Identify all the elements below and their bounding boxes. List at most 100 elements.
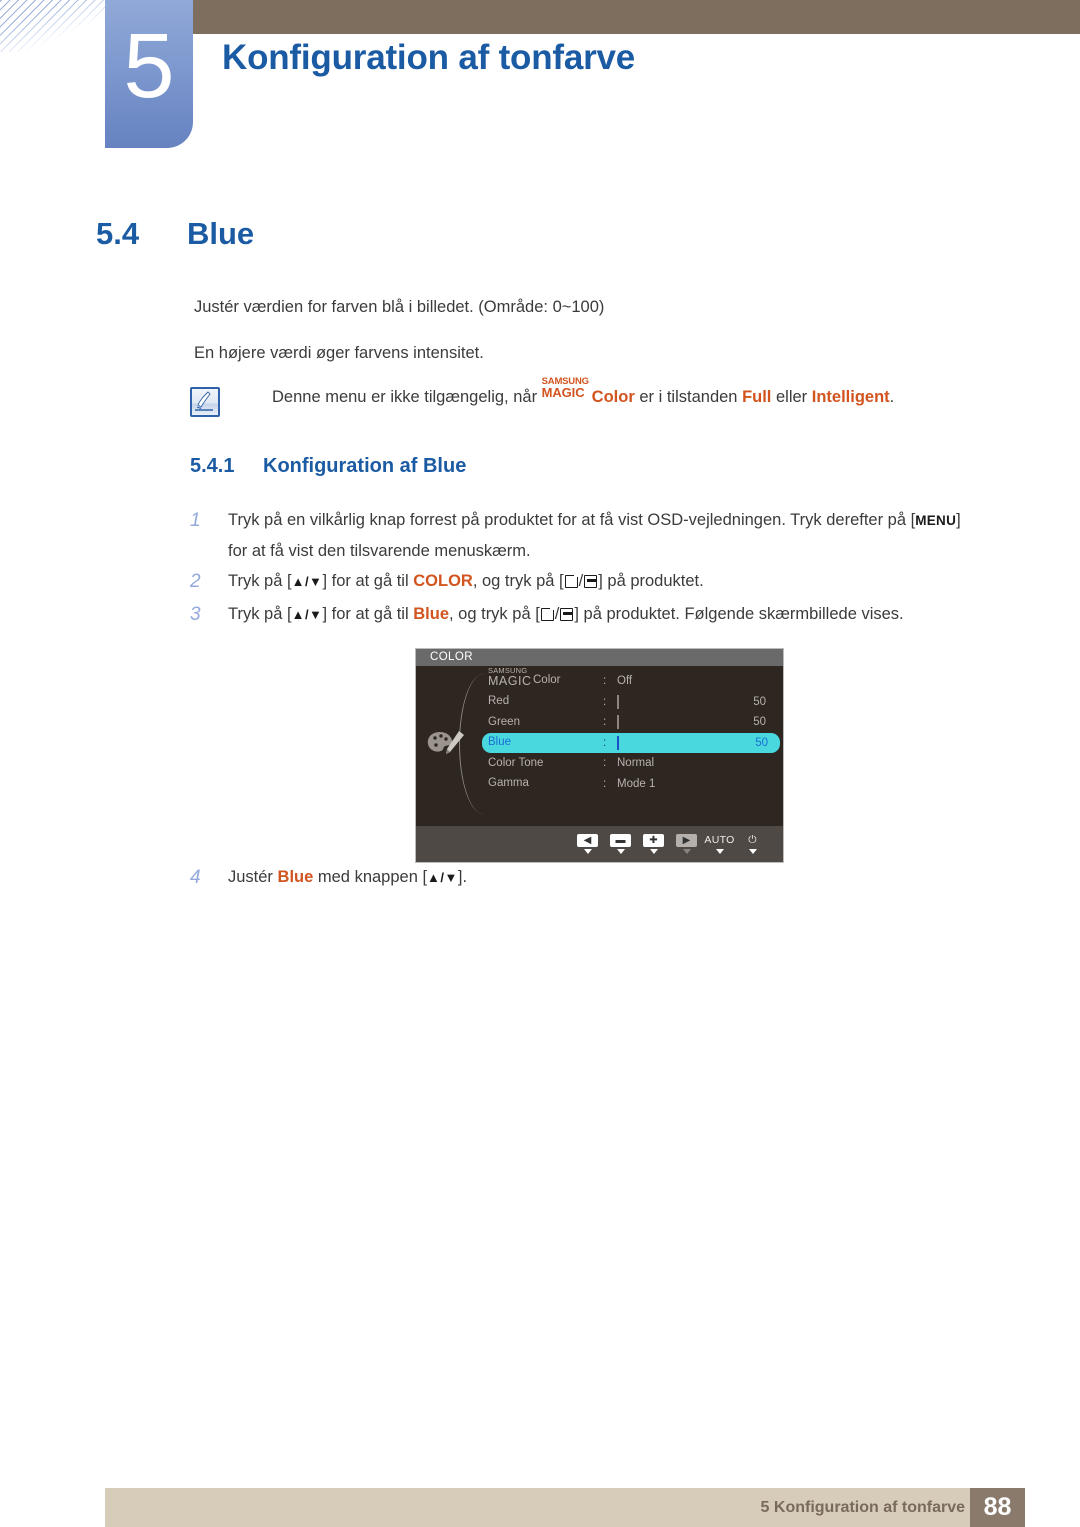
updown-arrows-icon: ▲/▼ <box>427 870 458 885</box>
note-pen-icon <box>190 387 220 417</box>
source-button-icon <box>540 607 555 621</box>
step-2-target: COLOR <box>413 572 473 590</box>
osd-row-colon: : <box>603 736 607 749</box>
minus-button[interactable]: ▬ <box>604 834 637 854</box>
footer-bar: 5 Konfiguration af tonfarve <box>105 1488 1025 1527</box>
osd-button-bar: ◀ ▬ ✚ ▶ AUTO ⏻ <box>416 826 783 862</box>
step-1-line2: for at få vist den tilsvarende menuskærm… <box>228 542 531 560</box>
step-3-text-c: , og tryk på [ <box>449 605 540 623</box>
step-3-text-a: Tryk på [ <box>228 605 292 623</box>
right-arrow-icon: ▶ <box>676 834 697 847</box>
osd-slider-blue[interactable] <box>617 735 619 750</box>
osd-row-blue-selected[interactable]: Blue : 50 <box>482 732 780 753</box>
osd-row-value: Off <box>617 675 633 688</box>
plus-button[interactable]: ✚ <box>637 834 670 854</box>
power-icon: ⏻ <box>748 834 757 846</box>
step-4-number: 4 <box>190 867 201 888</box>
step-1: 1 Tryk på en vilkårlig knap forrest på p… <box>190 505 1010 567</box>
step-3-number: 3 <box>190 604 201 625</box>
osd-row-gamma[interactable]: Gamma : Mode 1 <box>488 774 778 795</box>
osd-row-value: Normal <box>617 757 655 770</box>
osd-magic-suffix: Color <box>533 673 561 686</box>
osd-row-colon: : <box>603 757 607 770</box>
left-arrow-icon: ◀ <box>577 834 598 847</box>
chapter-title: Konfiguration af tonfarve <box>222 38 636 77</box>
osd-row-colon: : <box>603 675 607 688</box>
section-title: Blue <box>187 216 255 251</box>
magic-color-suffix: Color <box>591 388 635 406</box>
paragraph-range: Justér værdien for farven blå i billedet… <box>194 298 605 316</box>
osd-row-label: Red <box>488 695 510 707</box>
osd-row-colon: : <box>603 716 607 729</box>
corner-hatch-decoration <box>0 0 120 52</box>
osd-row-number: 50 <box>755 736 768 749</box>
step-3-body: Tryk på [▲/▼] for at gå til Blue, og try… <box>228 599 1010 630</box>
osd-row-label: Blue <box>488 736 512 748</box>
updown-arrows-icon: ▲/▼ <box>291 574 323 589</box>
osd-title-bar: COLOR <box>416 649 783 666</box>
power-button[interactable]: ⏻ <box>736 834 769 854</box>
step-1-number: 1 <box>190 510 201 531</box>
right-arrow-button[interactable]: ▶ <box>670 834 703 854</box>
section-heading: 5.4 Blue <box>96 216 254 252</box>
button-indicator-triangle <box>649 849 658 854</box>
note-highlight-intelligent: Intelligent <box>811 388 890 406</box>
step-2: 2 Tryk på [▲/▼] for at gå til COLOR, og … <box>190 566 1010 597</box>
osd-menu-rows: SAMSUNG MAGIC Color : Off Red : 50 Green <box>482 666 780 795</box>
osd-row-label: Color Tone <box>488 756 544 769</box>
auto-button[interactable]: AUTO <box>703 834 736 854</box>
subsection-number: 5.4.1 <box>190 455 235 477</box>
osd-screenshot: COLOR SAMSUNG MAGIC Color: Off Red: 50… <box>415 648 784 863</box>
osd-magic-bottom: MAGIC <box>488 673 532 688</box>
osd-row-colortone[interactable]: Color Tone : Normal <box>488 753 778 774</box>
osd-row-label: SAMSUNG MAGIC Color <box>488 666 603 691</box>
header-brown-bar <box>193 0 1080 34</box>
section-number: 5.4 <box>96 216 140 251</box>
note-highlight-full: Full <box>742 388 772 406</box>
paragraph-intensity: En højere værdi øger farvens intensitet. <box>194 344 484 362</box>
step-4-target: Blue <box>277 868 314 886</box>
step-1-body: Tryk på en vilkårlig knap forrest på pro… <box>228 505 1010 567</box>
step-4-text-c: ]. <box>457 868 468 886</box>
subsection-heading: 5.4.1 Konfiguration af Blue <box>190 455 466 478</box>
osd-slider-green[interactable] <box>617 715 619 730</box>
note-block: Denne menu er ikke tilgængelig, når SAMS… <box>190 377 894 417</box>
step-1-text-b: ] <box>956 511 961 529</box>
left-arrow-button[interactable]: ◀ <box>571 834 604 854</box>
osd-row-colon: : <box>603 695 607 708</box>
updown-arrows-icon: ▲/▼ <box>291 607 323 622</box>
osd-magic-top: SAMSUNG <box>488 665 528 675</box>
step-2-text-a: Tryk på [ <box>228 572 292 590</box>
button-indicator-triangle <box>715 849 724 854</box>
plus-icon: ✚ <box>643 834 664 847</box>
menu-key-label: MENU <box>915 513 957 528</box>
osd-magic-logo: SAMSUNG MAGIC Color <box>488 666 561 688</box>
step-3-target: Blue <box>413 605 449 623</box>
osd-row-green[interactable]: Green : 50 <box>488 712 778 733</box>
minus-icon: ▬ <box>610 834 631 847</box>
button-indicator-triangle <box>682 849 691 854</box>
auto-label: AUTO <box>704 834 735 846</box>
osd-row-number: 50 <box>753 716 766 729</box>
step-4-text-a: Justér <box>228 868 278 886</box>
enter-button-icon <box>583 575 598 588</box>
step-2-text-c: , og tryk på [ <box>472 572 564 590</box>
step-2-number: 2 <box>190 571 201 592</box>
step-4-body: Justér Blue med knappen [▲/▼]. <box>228 862 1010 893</box>
osd-row-red[interactable]: Red : 50 <box>488 692 778 713</box>
osd-row-magiccolor[interactable]: SAMSUNG MAGIC Color : Off <box>488 666 778 692</box>
chapter-number-badge: 5 <box>105 0 193 148</box>
osd-row-colon: : <box>603 777 607 790</box>
osd-row-label: Gamma <box>488 777 529 789</box>
footer-text: 5 Konfiguration af tonfarve <box>760 1499 965 1516</box>
osd-slider-red[interactable] <box>617 694 619 709</box>
magic-logo-bottom: MAGIC <box>541 385 585 400</box>
note-text-middle: er i tilstanden <box>634 388 743 406</box>
osd-body: SAMSUNG MAGIC Color : Off Red : 50 Green <box>416 666 783 826</box>
note-text: Denne menu er ikke tilgængelig, når SAMS… <box>272 377 894 407</box>
samsung-magic-logo: SAMSUNG MAGIC <box>541 377 592 402</box>
step-3-text-e: ] på produktet. Følgende skærmbillede vi… <box>574 605 904 623</box>
osd-row-label: Green <box>488 715 520 728</box>
note-text-before: Denne menu er ikke tilgængelig, når <box>272 388 542 406</box>
note-text-between: eller <box>771 388 812 406</box>
